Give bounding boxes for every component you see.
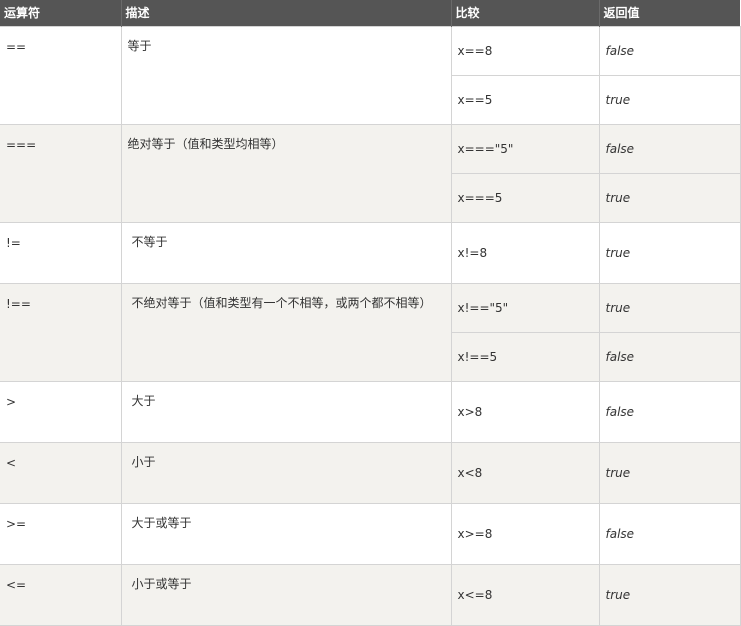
- comparison-cell: x==8: [450, 26, 600, 76]
- comparison-cell: x===5: [451, 173, 600, 223]
- comparison-cell: x>8: [450, 381, 600, 443]
- header-row: 运算符 描述 比较 返回值: [0, 0, 740, 27]
- table-row: === 绝对等于（值和类型均相等） x==="5" false: [0, 124, 741, 223]
- operator-cell: >=: [0, 503, 122, 565]
- return-value-cell: false: [598, 381, 741, 443]
- description-cell: 小于或等于: [120, 564, 452, 626]
- operator-cell: !=: [0, 222, 122, 284]
- comparison-cell: x!=8: [450, 222, 600, 284]
- return-value-cell: false: [598, 26, 741, 76]
- table-header: 运算符 描述 比较 返回值: [0, 0, 740, 27]
- header-operator: 运算符: [0, 0, 122, 27]
- comparison-cell: x<8: [450, 442, 600, 504]
- table-row: >= 大于或等于 x>=8 false: [0, 503, 741, 565]
- comparison-cell: x==="5": [450, 124, 600, 174]
- table-row: != 不等于 x!=8 true: [0, 222, 741, 284]
- comparison-cell: x==5: [451, 75, 600, 125]
- description-cell: 不绝对等于（值和类型有一个不相等，或两个都不相等）: [120, 283, 452, 382]
- description-cell: 等于: [120, 26, 452, 125]
- operator-cell: !==: [0, 283, 122, 382]
- return-value-cell: false: [598, 503, 741, 565]
- comparison-cell: x>=8: [450, 503, 600, 565]
- comparison-cell: x<=8: [450, 564, 600, 626]
- return-value-cell: true: [598, 75, 741, 125]
- return-value-cell: false: [598, 332, 741, 382]
- description-cell: 大于或等于: [120, 503, 452, 565]
- description-cell: 绝对等于（值和类型均相等）: [120, 124, 452, 223]
- comparison-cell: x!=="5": [450, 283, 600, 333]
- return-value-cell: true: [598, 173, 741, 223]
- header-description: 描述: [121, 0, 452, 27]
- operator-cell: <: [0, 442, 122, 504]
- description-cell: 小于: [120, 442, 452, 504]
- table-row: !== 不绝对等于（值和类型有一个不相等，或两个都不相等） x!=="5" true: [0, 283, 741, 382]
- operator-cell: >: [0, 381, 122, 443]
- return-value-cell: true: [598, 222, 741, 284]
- return-value-cell: true: [598, 283, 741, 333]
- table-row: < 小于 x<8 true: [0, 442, 741, 504]
- header-return-value: 返回值: [599, 0, 740, 27]
- table-row: == 等于 x==8 false: [0, 26, 741, 125]
- table-body: == 等于 x==8 false x==5 true === 绝对等于（值和类型均相等） x==…: [0, 26, 741, 626]
- operator-cell: ==: [0, 26, 122, 125]
- operator-cell: <=: [0, 564, 122, 626]
- table-row: <= 小于或等于 x<=8 true: [0, 564, 741, 626]
- comparison-operators-table: 运算符 描述 比较 返回值 == 等于 x==8 false x==5 true === 绝对…: [0, 0, 741, 626]
- operator-cell: ===: [0, 124, 122, 223]
- return-value-cell: false: [598, 124, 741, 174]
- description-cell: 不等于: [120, 222, 452, 284]
- description-cell: 大于: [120, 381, 452, 443]
- comparison-cell: x!==5: [451, 332, 600, 382]
- return-value-cell: true: [598, 564, 741, 626]
- table-row: > 大于 x>8 false: [0, 381, 741, 443]
- header-comparison: 比较: [451, 0, 600, 27]
- return-value-cell: true: [598, 442, 741, 504]
